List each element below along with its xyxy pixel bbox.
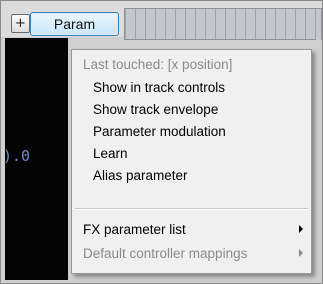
submenu-arrow-icon: [299, 225, 303, 233]
menu-item-show-track-envelope[interactable]: Show track envelope: [72, 98, 311, 120]
menu-item-learn[interactable]: Learn: [72, 142, 311, 164]
submenu-arrow-icon: [299, 249, 303, 257]
menu-item-label: Alias parameter: [93, 167, 188, 183]
menu-item-default-controller-mappings: Default controller mappings: [72, 242, 311, 264]
add-button[interactable]: +: [11, 14, 30, 33]
parameter-value: ).0: [3, 147, 31, 165]
envelope-grid[interactable]: [124, 8, 322, 40]
right-strip: [316, 38, 321, 282]
menu-header-last-touched: Last touched: [x position]: [72, 53, 311, 75]
menu-item-label: Learn: [93, 145, 128, 161]
menu-separator: [75, 208, 308, 210]
param-button[interactable]: Param: [30, 12, 119, 36]
menu-item-parameter-modulation[interactable]: Parameter modulation: [72, 120, 311, 142]
menu-item-alias-parameter[interactable]: Alias parameter: [72, 164, 311, 186]
menu-header-label: Last touched: [x position]: [83, 56, 233, 72]
menu-item-label: Show track envelope: [93, 101, 219, 117]
parameter-panel: ).0: [3, 38, 68, 280]
menu-item-label: Parameter modulation: [93, 123, 226, 139]
menu-item-label: Default controller mappings: [83, 245, 248, 261]
menu-item-fx-parameter-list[interactable]: FX parameter list: [72, 218, 311, 240]
fx-window: + Param ).0 Last touched: [x position] S…: [0, 0, 323, 284]
menu-item-show-in-track-controls[interactable]: Show in track controls: [72, 76, 311, 98]
menu-item-label: FX parameter list: [83, 221, 186, 237]
param-context-menu: Last touched: [x position] Show in track…: [71, 49, 312, 274]
menu-item-label: Show in track controls: [93, 79, 226, 95]
